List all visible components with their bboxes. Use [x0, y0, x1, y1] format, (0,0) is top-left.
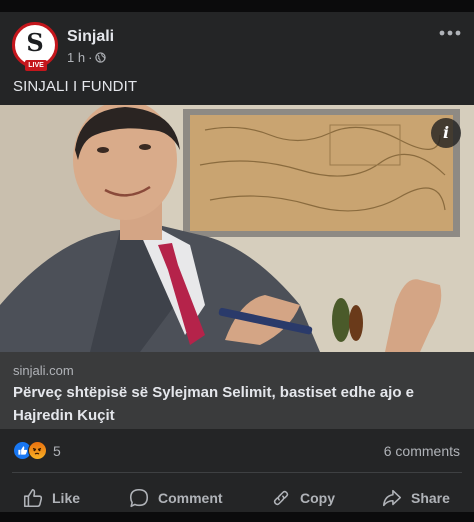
reactions-summary[interactable]: 5 — [13, 441, 61, 460]
angry-reaction-icon — [28, 441, 47, 460]
link-domain: sinjali.com — [13, 363, 74, 378]
comment-label: Comment — [158, 490, 223, 506]
page-name[interactable]: Sinjali — [67, 28, 114, 46]
bottom-strip — [0, 512, 474, 522]
thumbs-up-icon — [23, 488, 43, 508]
link-icon — [273, 490, 289, 506]
meta-separator: · — [88, 50, 93, 65]
link-title[interactable]: Përveç shtëpisë së Sylejman Selimit, bas… — [13, 381, 453, 427]
copy-button[interactable]: Copy — [270, 480, 335, 516]
copy-label: Copy — [300, 490, 335, 506]
like-button[interactable]: Like — [22, 480, 80, 516]
top-strip — [0, 0, 474, 12]
photo-illustration — [0, 105, 474, 352]
post-text: SINJALI I FUNDIT — [13, 78, 138, 95]
post-card: S LIVE Sinjali 1 h · SINJALI I FUNDIT i … — [0, 12, 474, 512]
share-label: Share — [411, 490, 450, 506]
share-arrow-icon — [382, 489, 402, 507]
post-photo[interactable]: i — [0, 105, 474, 352]
live-badge: LIVE — [25, 60, 47, 71]
comment-icon — [129, 488, 149, 508]
page-avatar[interactable]: S LIVE — [12, 22, 58, 71]
avatar-letter: S — [26, 28, 44, 57]
more-options-icon[interactable] — [438, 28, 462, 38]
divider — [12, 472, 462, 473]
info-icon[interactable]: i — [431, 118, 461, 148]
post-time[interactable]: 1 h — [67, 50, 85, 65]
share-button[interactable]: Share — [381, 480, 450, 516]
reaction-count: 5 — [53, 442, 61, 459]
like-label: Like — [52, 490, 81, 506]
comment-button[interactable]: Comment — [128, 480, 223, 516]
post-meta: 1 h · — [67, 50, 107, 65]
globe-icon — [95, 52, 107, 63]
link-preview[interactable]: sinjali.com Përveç shtëpisë së Sylejman … — [0, 352, 474, 429]
comments-count[interactable]: 6 comments — [384, 443, 460, 459]
